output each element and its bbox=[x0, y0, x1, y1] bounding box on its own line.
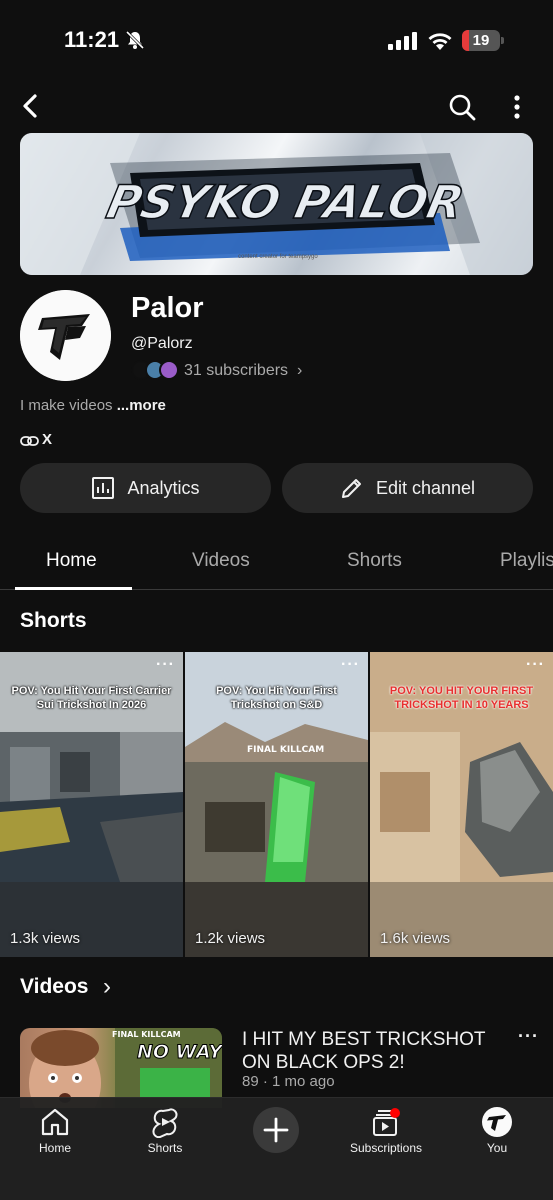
active-tab-indicator bbox=[15, 587, 132, 590]
description-more-link[interactable]: ...more bbox=[117, 397, 166, 414]
short-caption: POV: You Hit Your First Carrier Sui Tric… bbox=[11, 685, 172, 711]
create-button[interactable] bbox=[253, 1107, 299, 1153]
channel-avatar[interactable] bbox=[20, 290, 111, 381]
tab-playlists[interactable]: Playlis bbox=[500, 550, 553, 572]
tab-videos[interactable]: Videos bbox=[192, 550, 250, 572]
video-thumb-small-text: FINAL KILLCAM bbox=[112, 1030, 181, 1039]
battery-level: 19 bbox=[472, 32, 490, 49]
link-icon bbox=[20, 436, 39, 446]
short-more-icon[interactable]: ··· bbox=[341, 656, 360, 674]
bottom-navigation: Home Shorts Subscriptions You bbox=[0, 1097, 553, 1200]
video-thumbnail-art: FINAL KILLCAM NO WAY! bbox=[29, 1028, 222, 1108]
tab-home[interactable]: Home bbox=[46, 550, 97, 572]
short-card[interactable]: FINAL KILLCAM POV: You Hit Your First Tr… bbox=[185, 652, 368, 957]
subscriber-count[interactable]: 31 subscribers bbox=[184, 362, 288, 380]
subscriber-avatar bbox=[159, 360, 179, 380]
wifi-icon bbox=[428, 33, 452, 50]
edit-channel-label: Edit channel bbox=[375, 477, 476, 498]
nav-you[interactable]: You bbox=[452, 1106, 542, 1155]
short-more-icon[interactable]: ··· bbox=[156, 656, 175, 674]
more-vertical-icon[interactable] bbox=[506, 91, 528, 123]
status-bar: 11:21 19 bbox=[0, 0, 553, 80]
short-overlay-text: FINAL KILLCAM bbox=[247, 745, 324, 755]
channel-tabs: Home Videos Shorts Playlis bbox=[0, 530, 553, 590]
nav-home-label: Home bbox=[38, 1141, 71, 1155]
analytics-icon bbox=[92, 477, 115, 499]
back-arrow-icon[interactable] bbox=[16, 91, 46, 121]
channel-name: Palor bbox=[131, 292, 204, 324]
chevron-right-icon[interactable]: › bbox=[103, 973, 111, 1001]
status-time: 11:21 bbox=[64, 27, 120, 52]
chevron-right-icon[interactable]: › bbox=[297, 362, 302, 380]
short-caption: POV: YOU HIT YOUR FIRST TRICKSHOT IN 10 … bbox=[389, 685, 534, 711]
description-text: I make videos bbox=[20, 397, 113, 414]
nav-home[interactable]: Home bbox=[10, 1106, 100, 1155]
analytics-button[interactable]: Analytics bbox=[20, 463, 271, 513]
short-views: 1.3k views bbox=[10, 930, 81, 947]
short-card[interactable]: POV: You Hit Your First Carrier Sui Tric… bbox=[0, 652, 183, 957]
channel-logo-icon bbox=[20, 290, 111, 381]
short-more-icon[interactable]: ··· bbox=[526, 656, 545, 674]
short-views: 1.2k views bbox=[195, 930, 266, 947]
subscriptions-icon bbox=[373, 1108, 400, 1136]
home-icon bbox=[41, 1108, 69, 1136]
video-more-icon[interactable]: ··· bbox=[518, 1026, 539, 1047]
bell-muted-icon bbox=[125, 30, 145, 50]
short-views: 1.6k views bbox=[380, 930, 451, 947]
tab-shorts[interactable]: Shorts bbox=[347, 550, 402, 572]
pencil-icon bbox=[341, 479, 361, 498]
account-avatar-icon bbox=[482, 1107, 512, 1137]
video-meta: 89 · 1 mo ago bbox=[242, 1073, 335, 1090]
channel-description[interactable]: I make videos ...more bbox=[20, 397, 166, 414]
short-caption: POV: You Hit Your First Trickshot on S&D bbox=[216, 685, 337, 711]
shorts-icon bbox=[152, 1108, 178, 1138]
video-thumbnail[interactable]: FINAL KILLCAM NO WAY! bbox=[20, 1028, 222, 1108]
nav-shorts-label: Shorts bbox=[147, 1141, 183, 1155]
video-title[interactable]: I HIT MY BEST TRICKSHOT ON BLACK OPS 2! bbox=[242, 1028, 492, 1074]
nav-you-label: You bbox=[486, 1141, 508, 1155]
banner-tagline: content creator for teampsygo bbox=[238, 254, 318, 260]
subscriber-avatars bbox=[131, 360, 181, 382]
shorts-section-title: Shorts bbox=[20, 609, 87, 632]
nav-subscriptions-label: Subscriptions bbox=[349, 1141, 423, 1155]
short-card[interactable]: POV: YOU HIT YOUR FIRST TRICKSHOT IN 10 … bbox=[370, 652, 553, 957]
videos-section-title[interactable]: Videos bbox=[20, 975, 88, 999]
signal-icon bbox=[388, 32, 417, 50]
video-thumb-text: NO WAY! bbox=[137, 1041, 222, 1063]
analytics-label: Analytics bbox=[127, 477, 200, 498]
top-bar bbox=[0, 85, 553, 129]
edit-channel-button[interactable]: Edit channel bbox=[282, 463, 533, 513]
plus-icon bbox=[263, 1117, 289, 1143]
search-icon[interactable] bbox=[446, 91, 478, 123]
banner-text: PSYKO PALOR bbox=[102, 175, 468, 228]
nav-subscriptions[interactable]: Subscriptions bbox=[341, 1106, 431, 1155]
nav-shorts[interactable]: Shorts bbox=[120, 1106, 210, 1155]
channel-link-text[interactable]: X bbox=[42, 431, 52, 448]
channel-handle: @Palorz bbox=[131, 335, 193, 352]
battery-indicator: 19 bbox=[462, 30, 504, 51]
